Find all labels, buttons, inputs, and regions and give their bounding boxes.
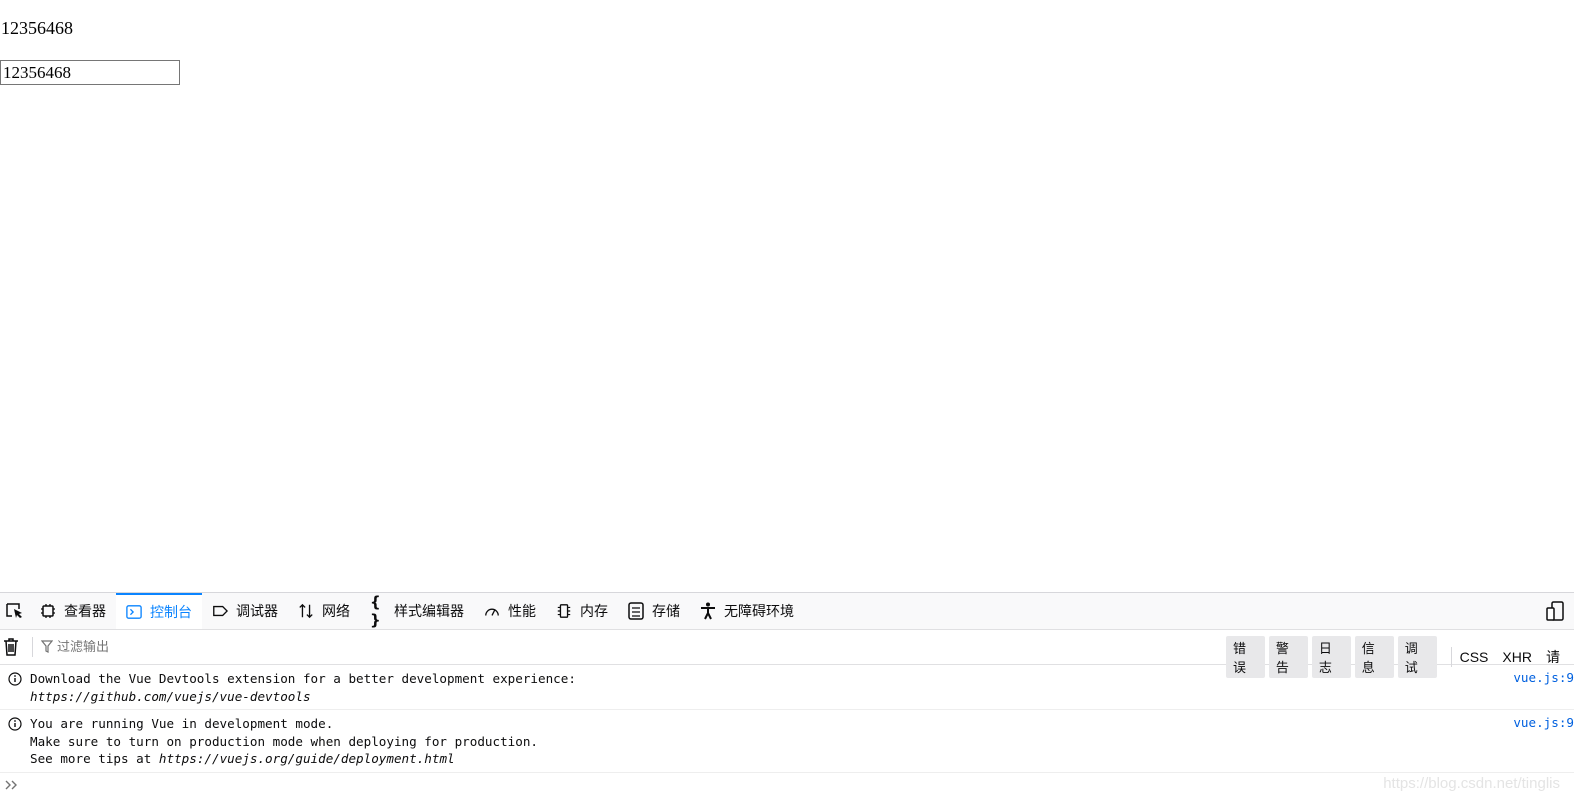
category-filters: CSS XHR 请	[1450, 647, 1574, 667]
tab-label: 存储	[652, 604, 680, 620]
info-icon	[0, 670, 30, 705]
message-line: See more tips at	[30, 751, 159, 766]
watermark: https://blog.csdn.net/tinglis	[1383, 774, 1560, 792]
tab-network[interactable]: 网络	[288, 593, 360, 629]
performance-icon	[484, 603, 500, 619]
message-line: Download the Vue Devtools extension for …	[30, 671, 576, 686]
memory-icon	[556, 603, 572, 619]
tab-accessibility[interactable]: 无障碍环境	[690, 593, 804, 629]
tab-label: 内存	[580, 604, 608, 620]
filter-output-input[interactable]	[57, 639, 357, 655]
filter-css-button[interactable]: CSS	[1460, 649, 1489, 665]
filter-xhr-button[interactable]: XHR	[1502, 649, 1532, 665]
filter-icon	[41, 640, 53, 654]
trash-icon[interactable]	[2, 637, 24, 657]
source-location-link[interactable]: vue.js:9	[1513, 715, 1574, 730]
style-editor-icon: { }	[370, 593, 381, 629]
inspector-icon	[40, 603, 56, 619]
network-icon	[298, 603, 314, 619]
console-message: Download the Vue Devtools extension for …	[0, 665, 1574, 710]
dock-side-icon[interactable]	[1546, 601, 1564, 625]
tab-inspector[interactable]: 查看器	[30, 593, 116, 629]
element-picker-icon[interactable]	[0, 593, 30, 629]
tab-label: 调试器	[236, 604, 278, 620]
message-body: You are running Vue in development mode.…	[30, 715, 538, 768]
tab-label: 样式编辑器	[394, 604, 464, 620]
tab-label: 网络	[322, 604, 350, 620]
console-icon	[126, 604, 142, 620]
message-link[interactable]: https://github.com/vuejs/vue-devtools	[30, 689, 311, 704]
tab-storage[interactable]: 存储	[618, 593, 690, 629]
filter-requests-button[interactable]: 请	[1546, 647, 1560, 667]
info-icon	[0, 715, 30, 768]
tab-label: 性能	[508, 604, 536, 620]
tab-memory[interactable]: 内存	[546, 593, 618, 629]
source-location-link[interactable]: vue.js:9	[1513, 670, 1574, 685]
tab-label: 无障碍环境	[724, 604, 794, 620]
console-filter-bar: 错误 警告 日志 信息 调试 CSS XHR 请	[0, 630, 1574, 678]
tab-label: 控制台	[150, 605, 192, 621]
storage-icon	[628, 602, 644, 620]
message-line: Make sure to turn on production mode whe…	[30, 733, 538, 749]
tab-style-editor[interactable]: { } 样式编辑器	[360, 593, 474, 629]
debugger-icon	[212, 603, 228, 619]
tab-debugger[interactable]: 调试器	[202, 593, 288, 629]
chevron-right-icon	[4, 776, 20, 795]
tab-console[interactable]: 控制台	[116, 593, 202, 629]
tab-performance[interactable]: 性能	[474, 593, 546, 629]
divider	[32, 637, 33, 657]
tab-label: 查看器	[64, 604, 106, 620]
text-input[interactable]	[0, 60, 180, 85]
page-text: 12356468	[1, 18, 73, 38]
accessibility-icon	[700, 602, 716, 620]
message-line: You are running Vue in development mode.	[30, 716, 334, 731]
devtools-toolbar: 查看器 控制台 调试器 网络 { } 样式编辑器 性能 内存 存储 无障碍环境	[0, 593, 1574, 630]
console-input[interactable]: https://blog.csdn.net/tinglis	[0, 773, 1574, 799]
message-body: Download the Vue Devtools extension for …	[30, 670, 576, 705]
console-message: You are running Vue in development mode.…	[0, 710, 1574, 773]
message-link[interactable]: https://vuejs.org/guide/deployment.html	[159, 751, 455, 766]
devtools-panel: 查看器 控制台 调试器 网络 { } 样式编辑器 性能 内存 存储 无障碍环境 …	[0, 592, 1574, 804]
